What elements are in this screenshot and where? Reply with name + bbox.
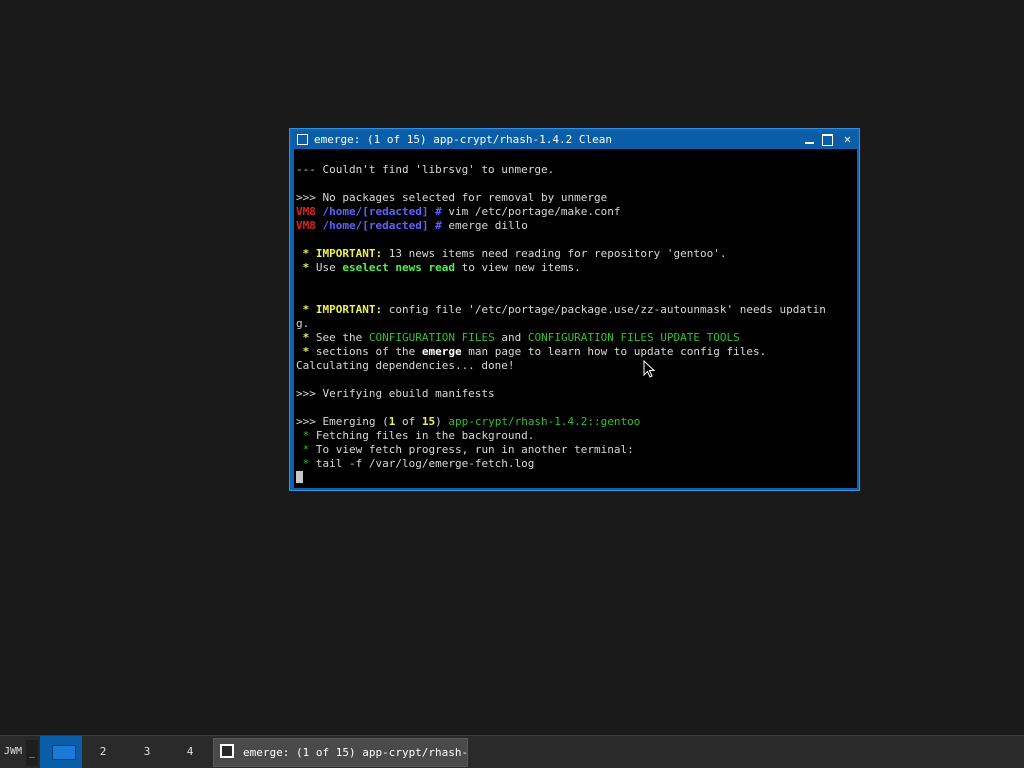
terminal-line: >>> No packages selected for removal by … (296, 191, 826, 205)
terminal-segment: * (296, 457, 316, 470)
terminal-segment: Calculating dependencies... done! (296, 359, 515, 372)
terminal-segment: vim /etc/portage/make.conf (441, 205, 621, 218)
terminal-segment: CONFIGURATION FILES UPDATE TOOLS (527, 331, 740, 344)
terminal-line: * IMPORTANT: config file '/etc/portage/p… (296, 303, 826, 317)
taskbar-window-label: emerge: (1 of 15) app-crypt/rhash-1.4 (243, 746, 468, 759)
terminal-line: * To view fetch progress, run in another… (296, 443, 826, 457)
terminal-segment: app-crypt/rhash-1.4.2::gentoo (448, 415, 641, 428)
start-menu-button[interactable]: JWM (0, 736, 26, 768)
workspace-4-button[interactable]: 4 (169, 736, 211, 768)
desktop: emerge: (1 of 15) app-crypt/rhash-1.4.2 … (0, 0, 1024, 768)
terminal-segment: emerge (421, 345, 462, 358)
terminal-segment: of (395, 415, 422, 428)
close-icon: ✕ (843, 132, 852, 146)
terminal-output[interactable]: --- Couldn't find 'librsvg' to unmerge. >… (294, 149, 857, 488)
terminal-segment (316, 219, 323, 232)
terminal-line: * IMPORTANT: 13 news items need reading … (296, 247, 826, 261)
terminal-line: * Fetching files in the background. (296, 429, 826, 443)
workspace-2-button[interactable]: 2 (82, 736, 124, 768)
terminal-line: VM8 /home/[redacted] # vim /etc/portage/… (296, 205, 826, 219)
terminal-segment: * (296, 247, 316, 260)
maximize-button[interactable] (820, 132, 835, 147)
terminal-cursor-line (296, 471, 826, 485)
terminal-segment: ) (435, 415, 449, 428)
terminal-segment: tail -f /var/log/emerge-fetch.log (315, 457, 535, 470)
terminal-segment: * (296, 303, 316, 316)
terminal-segment: >>> Verifying ebuild manifests (296, 387, 495, 400)
terminal-segment: >>> No packages selected for removal by … (296, 191, 608, 204)
window-titlebar[interactable]: emerge: (1 of 15) app-crypt/rhash-1.4.2 … (292, 131, 857, 148)
terminal-segment: >>> Emerging ( (296, 415, 389, 428)
terminal-segment (316, 205, 323, 218)
minimize-button[interactable] (802, 132, 817, 147)
terminal-segment: eselect news read (342, 261, 455, 274)
terminal-segment: * (296, 429, 316, 442)
terminal-segment: --- Couldn't find 'librsvg' to unmerge. (296, 163, 555, 176)
terminal-segment: * (296, 345, 316, 358)
show-desktop-button[interactable]: _ (26, 740, 38, 766)
window-title: emerge: (1 of 15) app-crypt/rhash-1.4.2 … (314, 133, 613, 146)
terminal-window[interactable]: emerge: (1 of 15) app-crypt/rhash-1.4.2 … (289, 128, 860, 491)
terminal-segment: * (296, 261, 316, 274)
terminal-segment: g. (296, 317, 310, 330)
workspace-3-button[interactable]: 3 (126, 736, 168, 768)
terminal-segment: and (494, 331, 528, 344)
terminal-line: * Use eselect news read to view new item… (296, 261, 826, 275)
maximize-icon (822, 134, 833, 146)
terminal-line: >>> Emerging (1 of 15) app-crypt/rhash-1… (296, 415, 826, 429)
text-cursor (296, 471, 303, 483)
terminal-segment: config file '/etc/portage/package.use/zz… (382, 303, 826, 316)
terminal-line: VM8 /home/[redacted] # emerge dillo (296, 219, 826, 233)
terminal-segment: * (296, 443, 316, 456)
workspace-1-button[interactable] (40, 736, 82, 768)
terminal-line: Calculating dependencies... done! (296, 359, 826, 373)
terminal-line: * sections of the emerge man page to lea… (296, 345, 826, 359)
terminal-segment: See the (315, 331, 369, 344)
terminal-segment: * (296, 331, 316, 344)
terminal-segment: To view fetch progress, run in another t… (315, 443, 634, 456)
terminal-segment: Use (315, 261, 343, 274)
mouse-pointer-icon (643, 360, 656, 378)
terminal-segment: 15 (421, 415, 436, 428)
terminal-text: --- Couldn't find 'librsvg' to unmerge. >… (296, 163, 826, 485)
window-icon (220, 744, 234, 758)
terminal-segment: VM8 (296, 219, 316, 232)
terminal-segment: to view new items. (454, 261, 581, 274)
terminal-segment: sections of the (315, 345, 422, 358)
terminal-segment: Fetching files in the background. (315, 429, 535, 442)
terminal-line: * See the CONFIGURATION FILES and CONFIG… (296, 331, 826, 345)
terminal-line: g. (296, 317, 826, 331)
terminal-segment: emerge dillo (441, 219, 528, 232)
minimize-icon (805, 142, 814, 144)
taskbar-window-item[interactable]: emerge: (1 of 15) app-crypt/rhash-1.4 (213, 738, 468, 767)
close-button[interactable]: ✕ (840, 132, 855, 147)
terminal-segment: /home/[redacted] # (322, 219, 442, 232)
taskbar: JWM _ 2 3 4 emerge: (1 of 15) app-crypt/… (0, 735, 1024, 768)
terminal-segment: 13 news items need reading for repositor… (382, 247, 727, 260)
terminal-line: >>> Verifying ebuild manifests (296, 387, 826, 401)
workspace-1-thumbnail (52, 745, 76, 760)
terminal-segment: /home/[redacted] # (322, 205, 442, 218)
terminal-segment: IMPORTANT: (315, 247, 383, 260)
terminal-segment: CONFIGURATION FILES (368, 331, 495, 344)
terminal-segment: IMPORTANT: (315, 303, 383, 316)
window-icon[interactable] (297, 134, 308, 145)
terminal-segment: man page to learn how to update config f… (461, 345, 767, 358)
terminal-line: --- Couldn't find 'librsvg' to unmerge. (296, 163, 826, 177)
terminal-line: * tail -f /var/log/emerge-fetch.log (296, 457, 826, 471)
terminal-segment: VM8 (296, 205, 316, 218)
